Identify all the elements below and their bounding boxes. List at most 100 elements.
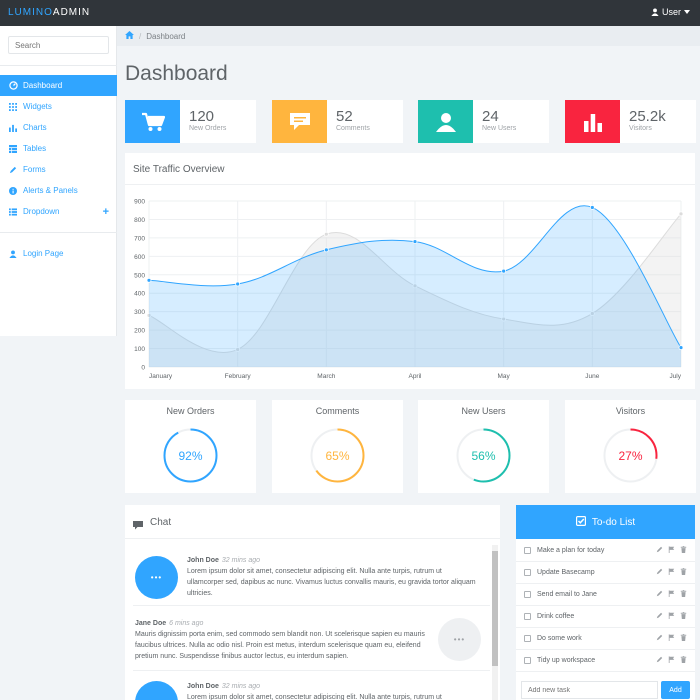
- data-point: [323, 231, 329, 237]
- todo-item: Do some work: [516, 627, 695, 649]
- circle-stat-title: Comments: [315, 406, 360, 416]
- pencil-icon[interactable]: [656, 612, 663, 621]
- flag-icon[interactable]: [668, 567, 675, 577]
- todo-item: Send email to Jane: [516, 583, 695, 605]
- stat-tile-comments: 52 Comments: [272, 100, 403, 143]
- sidebar-item-charts[interactable]: Charts: [0, 117, 117, 138]
- x-tick-label: April: [408, 373, 422, 380]
- search-input[interactable]: [8, 36, 109, 54]
- check-square-icon: [575, 515, 586, 529]
- user-icon: [418, 100, 473, 143]
- flag-icon[interactable]: [668, 655, 675, 665]
- sidebar-item-label: Dropdown: [23, 207, 60, 216]
- stat-value: 120: [189, 108, 215, 125]
- user-icon: [8, 249, 18, 259]
- chat-text: Mauris dignissim porta enim, sed commodo…: [135, 631, 425, 660]
- y-tick-label: 200: [134, 328, 145, 335]
- todo-checkbox[interactable]: [524, 546, 531, 554]
- circle-stat-percent: 27%: [618, 449, 643, 463]
- todo-item-label: Make a plan for today: [537, 546, 605, 554]
- user-icon: [651, 8, 659, 16]
- sidebar-item-tables[interactable]: Tables: [0, 138, 117, 159]
- circle-stat: New Users 56%: [418, 400, 549, 493]
- flag-icon[interactable]: [668, 611, 675, 621]
- chat-divider: [133, 670, 490, 671]
- stat-label: Comments: [336, 125, 370, 132]
- home-icon[interactable]: [125, 31, 134, 41]
- trash-icon[interactable]: [680, 567, 687, 577]
- user-label: User: [661, 7, 681, 17]
- y-tick-label: 100: [134, 346, 145, 353]
- flag-icon[interactable]: [668, 545, 675, 555]
- circle-stat-title: New Orders: [166, 406, 215, 416]
- trash-icon[interactable]: [680, 655, 687, 665]
- chat-time: 6 mins ago: [169, 620, 204, 627]
- circle-stat-title: New Users: [461, 406, 506, 416]
- todo-checkbox[interactable]: [524, 656, 531, 664]
- sidebar-item-widgets[interactable]: Widgets: [0, 96, 117, 117]
- breadcrumb: / Dashboard: [125, 31, 185, 41]
- todo-item-label: Tidy up workspace: [537, 656, 596, 664]
- chat-scrollbar[interactable]: [492, 545, 498, 700]
- brand-part1: LUMINO: [8, 7, 53, 18]
- dashboard-icon: [8, 81, 18, 91]
- todo-item-label: Send email to Jane: [537, 590, 597, 598]
- sidebar-item-label: Widgets: [23, 102, 52, 111]
- todo-checkbox[interactable]: [524, 568, 531, 576]
- pencil-icon[interactable]: [656, 656, 663, 665]
- grid-icon: [8, 102, 18, 112]
- trash-icon[interactable]: [680, 589, 687, 599]
- sidebar-item-dashboard[interactable]: Dashboard: [0, 75, 117, 96]
- chat-author: Jane Doe: [135, 620, 167, 627]
- expand-plus-icon[interactable]: +: [103, 206, 109, 218]
- sidebar-item-alerts-panels[interactable]: Alerts & Panels: [0, 180, 117, 201]
- todo-checkbox[interactable]: [524, 590, 531, 598]
- todo-actions: [656, 633, 687, 643]
- todo-actions: [656, 567, 687, 577]
- chat-panel: Chat ••• John Doe 32 mins ago Lorem ipsum…: [125, 505, 500, 700]
- trash-icon[interactable]: [680, 633, 687, 643]
- todo-actions: [656, 611, 687, 621]
- scrollbar-thumb[interactable]: [492, 551, 498, 666]
- y-tick-label: 900: [134, 199, 145, 206]
- chat-time: 32 mins ago: [221, 683, 261, 690]
- sidebar-item-dropdown[interactable]: Dropdown +: [0, 201, 117, 222]
- y-tick-label: 500: [134, 272, 145, 279]
- x-tick-label: March: [317, 373, 335, 380]
- sidebar-item-label: Charts: [23, 123, 47, 132]
- add-task-button[interactable]: Add: [661, 681, 690, 699]
- stat-label: Visitors: [629, 125, 652, 132]
- pencil-icon[interactable]: [656, 568, 663, 577]
- trash-icon[interactable]: [680, 611, 687, 621]
- new-task-input[interactable]: [521, 681, 658, 699]
- user-menu[interactable]: User: [651, 7, 690, 17]
- stat-value: 25.2k: [629, 108, 666, 125]
- circle-stat-title: Visitors: [615, 406, 646, 416]
- chat-message: John Doe 32 mins ago Lorem ipsum dolor si…: [187, 681, 477, 700]
- stat-tile-new-orders: 120 New Orders: [125, 100, 256, 143]
- comment-icon: [272, 100, 327, 143]
- chat-time: 32 mins ago: [221, 557, 261, 564]
- circle-stat: Visitors 27%: [565, 400, 696, 493]
- brand-logo[interactable]: LUMINOADMIN: [8, 7, 90, 18]
- flag-icon[interactable]: [668, 589, 675, 599]
- pencil-icon[interactable]: [656, 590, 663, 599]
- pencil-icon[interactable]: [656, 634, 663, 643]
- sidebar-item-forms[interactable]: Forms: [0, 159, 117, 180]
- trash-icon[interactable]: [680, 545, 687, 555]
- sidebar-item-login[interactable]: Login Page: [0, 243, 117, 264]
- todo-item-label: Drink coffee: [537, 612, 575, 620]
- todo-divider: [516, 671, 695, 672]
- todo-checkbox[interactable]: [524, 634, 531, 642]
- sidebar-item-label: Alerts & Panels: [23, 186, 78, 195]
- stat-value: 24: [482, 108, 499, 125]
- top-navbar: LUMINOADMIN User: [0, 0, 700, 26]
- pencil-icon[interactable]: [656, 546, 663, 555]
- table-icon: [8, 144, 18, 154]
- flag-icon[interactable]: [668, 633, 675, 643]
- x-tick-label: June: [585, 373, 599, 380]
- todo-actions: [656, 655, 687, 665]
- todo-checkbox[interactable]: [524, 612, 531, 620]
- avatar: •••: [135, 556, 178, 599]
- data-point: [235, 281, 241, 287]
